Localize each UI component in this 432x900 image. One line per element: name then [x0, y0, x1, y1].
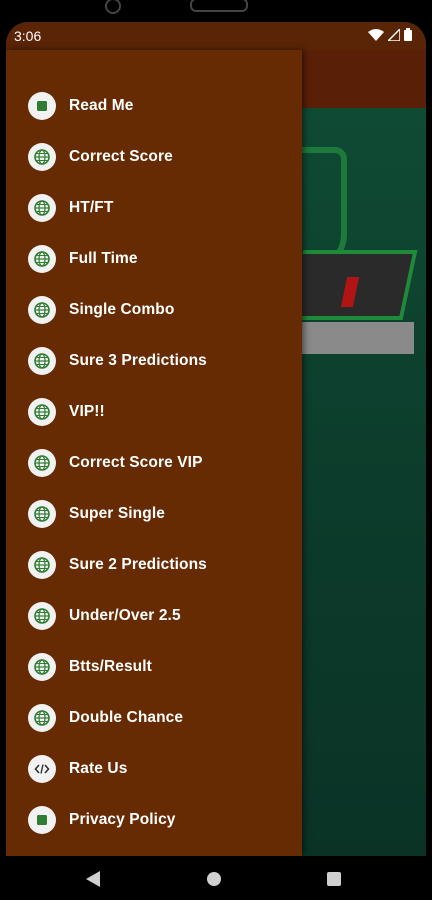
wifi-icon [368, 22, 384, 50]
menu-item-label: Rate Us [69, 759, 128, 777]
globe-icon [28, 448, 56, 477]
square-icon [28, 805, 56, 834]
menu-item-label: Correct Score VIP [69, 453, 203, 471]
globe-icon [28, 193, 56, 222]
menu-item-sure-2-predictions[interactable]: Sure 2 Predictions [6, 539, 302, 590]
menu-item-correct-score-vip[interactable]: Correct Score VIP [6, 437, 302, 488]
menu-item-full-time[interactable]: Full Time [6, 233, 302, 284]
menu-item-label: Super Single [69, 504, 165, 522]
menu-item-double-chance[interactable]: Double Chance [6, 692, 302, 743]
menu-item-label: VIP!! [69, 402, 105, 420]
status-bar: 3:06 [6, 22, 426, 50]
menu-item-label: Correct Score [69, 147, 173, 165]
status-icons [368, 22, 412, 50]
earpiece-speaker [190, 0, 248, 12]
system-nav-bar [0, 856, 432, 900]
signal-icon [386, 22, 401, 50]
menu-item-label: Double Chance [69, 708, 184, 726]
menu-item-privacy-policy[interactable]: Privacy Policy [6, 794, 302, 845]
home-icon[interactable] [207, 872, 221, 886]
globe-icon [28, 703, 56, 732]
menu-item-label: Btts/Result [69, 657, 152, 675]
globe-icon [28, 295, 56, 324]
content-bar [296, 322, 414, 354]
globe-icon [28, 499, 56, 528]
menu-item-label: Single Combo [69, 300, 175, 318]
menu-item-label: Privacy Policy [69, 810, 176, 828]
globe-icon [28, 601, 56, 630]
menu-item-super-single[interactable]: Super Single [6, 488, 302, 539]
menu-item-label: Under/Over 2.5 [69, 606, 181, 624]
menu-item-label: Sure 2 Predictions [69, 555, 207, 573]
code-icon [28, 754, 56, 783]
phone-screen: 3:06 Read Me Correct Score HT/FT Full Ti… [6, 22, 426, 856]
globe-icon [28, 397, 56, 426]
menu-item-btts-result[interactable]: Btts/Result [6, 641, 302, 692]
menu-item-sure-3-predictions[interactable]: Sure 3 Predictions [6, 335, 302, 386]
square-icon [28, 91, 56, 120]
back-icon[interactable] [86, 871, 100, 887]
menu-item-label: Sure 3 Predictions [69, 351, 207, 369]
menu-item-read-me[interactable]: Read Me [6, 80, 302, 131]
navigation-drawer: Read Me Correct Score HT/FT Full Time Si… [6, 50, 302, 856]
status-time: 3:06 [14, 28, 42, 44]
battery-icon [404, 22, 412, 50]
globe-icon [28, 142, 56, 171]
menu-item-correct-score[interactable]: Correct Score [6, 131, 302, 182]
menu-item-vip[interactable]: VIP!! [6, 386, 302, 437]
menu-item-label: Read Me [69, 96, 134, 114]
globe-icon [28, 244, 56, 273]
menu-item-single-combo[interactable]: Single Combo [6, 284, 302, 335]
recents-icon[interactable] [327, 872, 341, 886]
menu-item-under-over-2-5[interactable]: Under/Over 2.5 [6, 590, 302, 641]
globe-icon [28, 652, 56, 681]
globe-icon [28, 346, 56, 375]
globe-icon [28, 550, 56, 579]
front-camera [105, 0, 121, 14]
menu-item-ht-ft[interactable]: HT/FT [6, 182, 302, 233]
menu-item-rate-us[interactable]: Rate Us [6, 743, 302, 794]
menu-item-label: Full Time [69, 249, 138, 267]
menu-item-label: HT/FT [69, 198, 114, 216]
